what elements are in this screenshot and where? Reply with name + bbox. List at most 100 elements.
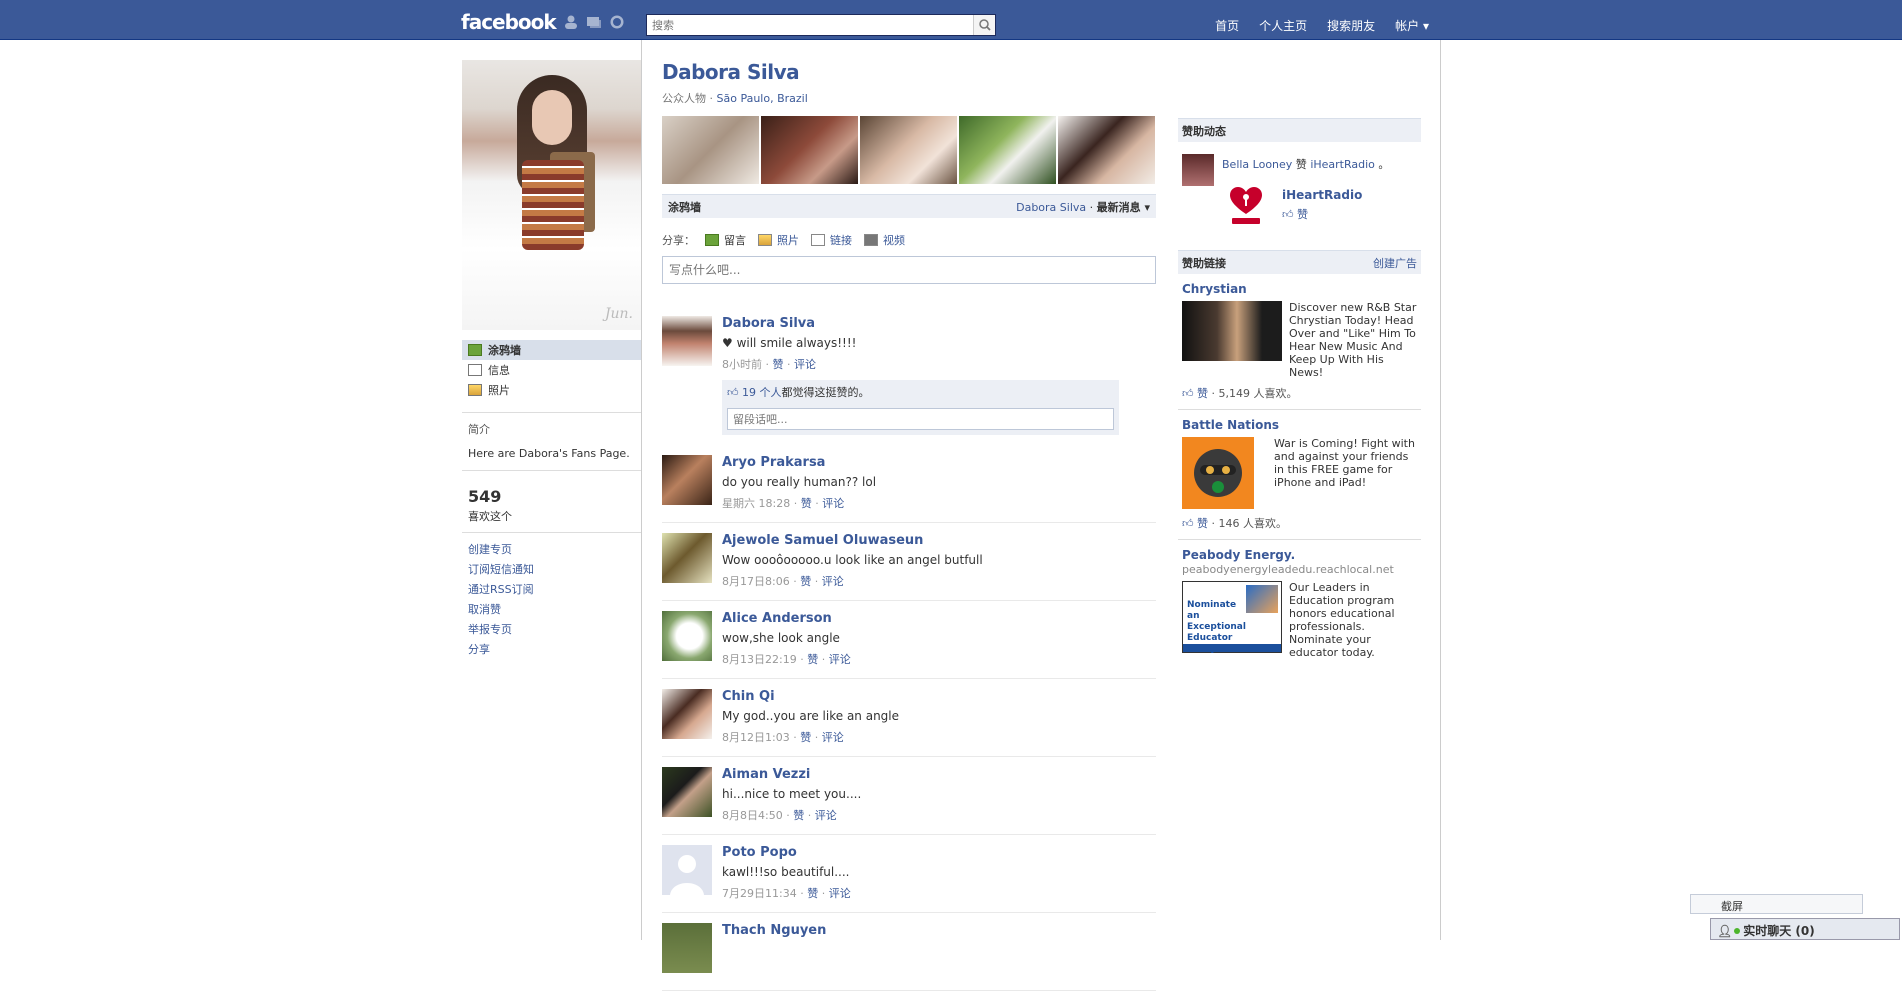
strip-photo[interactable]	[959, 116, 1056, 184]
left-nav: 涂鸦墙 信息 照片	[462, 340, 641, 400]
comment-link[interactable]: 评论	[822, 731, 844, 744]
left-nav-photos[interactable]: 照片	[462, 380, 641, 400]
page-subtitle: 公众人物 · São Paulo, Brazil	[662, 92, 808, 105]
default-avatar[interactable]	[662, 845, 712, 895]
filter-latest-dropdown[interactable]: 最新消息 ▾	[1097, 201, 1150, 214]
ad-like-button[interactable]: 赞	[1197, 387, 1208, 400]
post-meta: 8月17日8:06 · 赞 · 评论	[722, 575, 844, 588]
comment-input[interactable]	[727, 408, 1114, 430]
ad-like-button[interactable]: 赞	[1197, 517, 1208, 530]
strip-photo[interactable]	[761, 116, 858, 184]
like-link[interactable]: 赞	[800, 575, 811, 588]
post-author[interactable]: Dabora Silva	[722, 316, 1156, 331]
avatar[interactable]	[662, 923, 712, 973]
ad-text: Our Leaders in Education program honors …	[1289, 581, 1395, 659]
status-input[interactable]	[662, 256, 1156, 284]
like-link[interactable]: 赞	[807, 653, 818, 666]
facebook-logo[interactable]: facebook	[461, 10, 557, 34]
avatar[interactable]	[662, 689, 712, 739]
page-title[interactable]: Dabora Silva	[662, 60, 1156, 84]
wall-post: Poto Popo kawl!!!so beautiful.... 7月29日1…	[662, 835, 1156, 913]
nav-find-friends[interactable]: 搜索朋友	[1327, 17, 1375, 34]
post-author[interactable]: Poto Popo	[722, 845, 1156, 860]
post-author[interactable]: Aiman Vezzi	[722, 767, 1156, 782]
thumbs-up-icon: 👍︎	[1182, 387, 1197, 400]
nav-account[interactable]: 帐户 ▾	[1395, 17, 1429, 34]
avatar[interactable]	[662, 533, 712, 583]
strip-photo[interactable]	[860, 116, 957, 184]
post-meta: 8月13日22:19 · 赞 · 评论	[722, 653, 851, 666]
top-bar: facebook 首页 个人主页 搜索朋友 帐户 ▾	[0, 0, 1902, 40]
create-ad-link[interactable]: 创建广告	[1373, 255, 1417, 271]
ad-image[interactable]	[1182, 437, 1254, 509]
post-author[interactable]: Chin Qi	[722, 689, 1156, 704]
status-icon	[705, 234, 719, 246]
share-photo-button[interactable]: 照片	[758, 232, 799, 248]
main-column: Dabora Silva 公众人物 · São Paulo, Brazil 涂鸦…	[662, 60, 1156, 991]
ad-title[interactable]: Chrystian	[1182, 282, 1417, 296]
likes-summary: 👍︎ 19 个人都觉得这挺赞的。	[722, 380, 1119, 404]
location-link[interactable]: São Paulo, Brazil	[717, 92, 808, 105]
sponsor-like-button[interactable]: 👍︎ 赞	[1282, 206, 1308, 222]
comment-link[interactable]: 评论	[815, 809, 837, 822]
ad-url[interactable]: peabodyenergyleadedu.reachlocal.net	[1182, 563, 1417, 576]
ad-image[interactable]: Nominate an Exceptional Educator Today!	[1182, 581, 1282, 654]
strip-photo[interactable]	[662, 116, 759, 184]
screenshot-button[interactable]: 截屏	[1690, 894, 1863, 914]
ad-title[interactable]: Battle Nations	[1182, 418, 1417, 432]
profile-picture[interactable]: Jun.	[462, 60, 641, 330]
comment-link[interactable]: 评论	[829, 887, 851, 900]
unlike-link[interactable]: 取消赞	[462, 597, 641, 617]
nav-home[interactable]: 首页	[1215, 17, 1239, 34]
ad-title[interactable]: Peabody Energy.	[1182, 548, 1417, 562]
likers-link[interactable]: 19 个人	[742, 386, 782, 399]
search-button[interactable]	[973, 15, 995, 35]
nav-profile[interactable]: 个人主页	[1259, 17, 1307, 34]
report-page-link[interactable]: 举报专页	[462, 617, 641, 637]
like-link[interactable]: 赞	[807, 887, 818, 900]
comment-link[interactable]: 评论	[794, 358, 816, 371]
iheartradio-logo-icon[interactable]	[1224, 184, 1268, 226]
share-page-link[interactable]: 分享	[462, 637, 641, 657]
like-link[interactable]: 赞	[773, 358, 784, 371]
sponsor-page-name[interactable]: iHeartRadio	[1282, 188, 1362, 202]
post-author[interactable]: Alice Anderson	[722, 611, 1156, 626]
sms-subscribe-link[interactable]: 订阅短信通知	[462, 557, 641, 577]
avatar[interactable]	[662, 767, 712, 817]
post-author[interactable]: Aryo Prakarsa	[722, 455, 1156, 470]
notifications-globe-icon[interactable]	[609, 15, 625, 29]
sponsor-target-link[interactable]: iHeartRadio	[1310, 158, 1375, 171]
wall-posts: Dabora Silva ♥ will smile always!!!! 8小时…	[662, 306, 1156, 991]
friend-requests-icon[interactable]	[563, 15, 579, 29]
post-author[interactable]: Thach Nguyen	[722, 923, 1156, 938]
comment-link[interactable]: 评论	[822, 575, 844, 588]
ad-like-count: 5,149 人喜欢。	[1218, 387, 1298, 400]
search-input[interactable]	[647, 15, 973, 35]
share-video-button[interactable]: 视频	[864, 232, 905, 248]
share-link-button[interactable]: 链接	[811, 232, 852, 248]
like-link[interactable]: 赞	[800, 731, 811, 744]
like-link[interactable]: 赞	[801, 497, 812, 510]
comment-link[interactable]: 评论	[829, 653, 851, 666]
avatar[interactable]	[662, 611, 712, 661]
share-status-button[interactable]: 留言	[705, 232, 746, 248]
messages-icon[interactable]	[586, 15, 602, 29]
chat-bar[interactable]: 👤︎ 实时聊天 (0)	[1710, 918, 1900, 940]
post-author[interactable]: Ajewole Samuel Oluwaseun	[722, 533, 1156, 548]
avatar[interactable]	[662, 455, 712, 505]
post-text: kawl!!!so beautiful....	[722, 865, 850, 879]
sponsor-user-link[interactable]: Bella Looney	[1222, 158, 1292, 171]
ad-image[interactable]	[1182, 301, 1282, 361]
avatar[interactable]	[662, 316, 712, 366]
like-link[interactable]: 赞	[793, 809, 804, 822]
left-nav-wall[interactable]: 涂鸦墙	[462, 340, 641, 360]
comment-link[interactable]: 评论	[822, 497, 844, 510]
filter-page-posts[interactable]: Dabora Silva	[1016, 201, 1086, 214]
create-page-link[interactable]: 创建专页	[462, 537, 641, 557]
rss-subscribe-link[interactable]: 通过RSS订阅	[462, 577, 641, 597]
strip-photo[interactable]	[1058, 116, 1155, 184]
wall-icon	[468, 344, 482, 356]
avatar[interactable]	[1182, 154, 1214, 186]
left-nav-info[interactable]: 信息	[462, 360, 641, 380]
post-text: ♥ will smile always!!!!	[722, 336, 857, 350]
